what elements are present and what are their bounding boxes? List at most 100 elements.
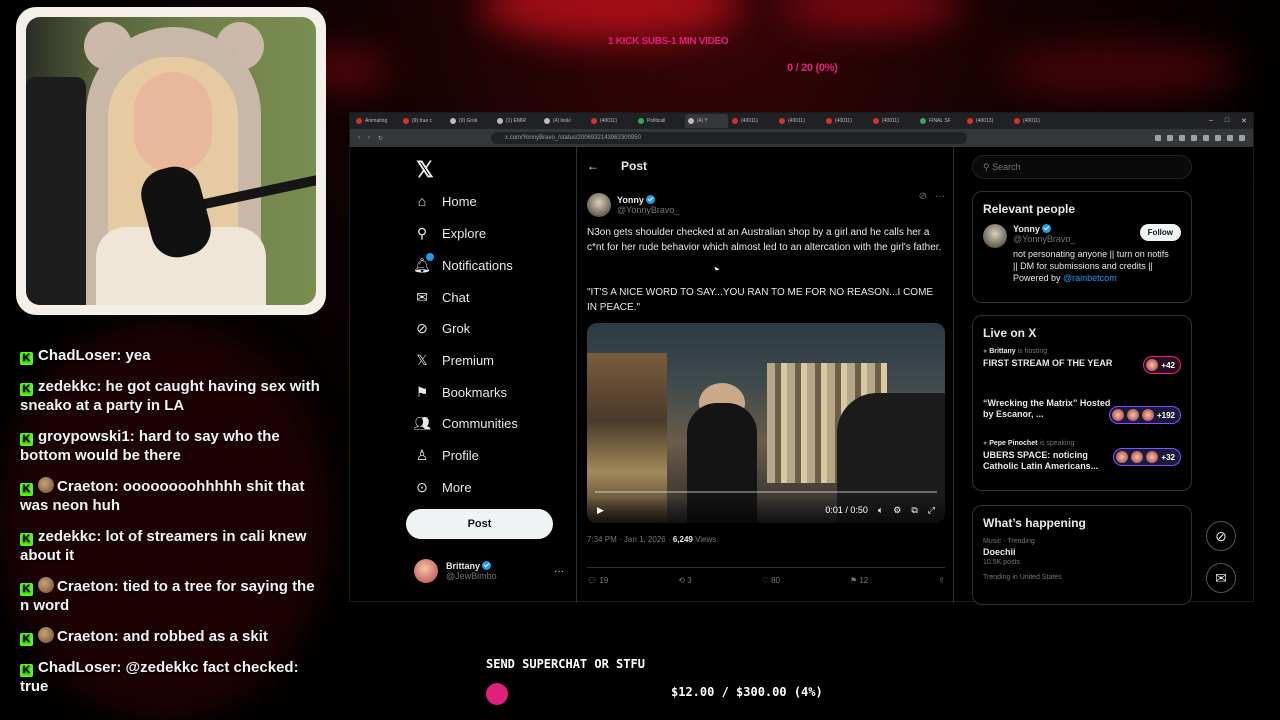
tab-favicon-icon bbox=[967, 118, 973, 124]
live-space[interactable]: ● Brittany is hosting FIRST STREAM OF TH… bbox=[973, 348, 1191, 390]
extension-icon[interactable] bbox=[1215, 135, 1221, 141]
extension-icon[interactable] bbox=[1179, 135, 1185, 141]
browser-tab[interactable]: (1) EMIR bbox=[497, 118, 540, 124]
browser-tab[interactable]: (40011) bbox=[591, 118, 634, 124]
reply-button[interactable]: 💬︎ 19 bbox=[587, 576, 608, 585]
nav-notifications[interactable]: 🔔︎ Notifications bbox=[413, 253, 513, 273]
tab-favicon-icon bbox=[873, 118, 879, 124]
chat-icon: ✉ bbox=[416, 288, 428, 305]
red-glow bbox=[780, 0, 960, 30]
browser-tab[interactable]: (40011) bbox=[732, 118, 775, 124]
extension-icon[interactable] bbox=[1227, 135, 1233, 141]
stream-overlay: { "overlay": { "sub_goal_label": "1 KICK… bbox=[0, 0, 1280, 720]
relevant-person[interactable]: Yonny @YonnyBravo_ not personating anyon… bbox=[973, 224, 1191, 284]
more-dots-icon[interactable]: ··· bbox=[935, 191, 945, 202]
nav-profile[interactable]: ♙ Profile bbox=[414, 447, 479, 463]
browser-tab[interactable]: (9) true c bbox=[403, 118, 446, 124]
follow-button[interactable]: Follow bbox=[1139, 224, 1181, 241]
grok-icon: ⊘ bbox=[416, 319, 428, 336]
user-avatar-icon bbox=[38, 477, 54, 493]
like-button[interactable]: ♡ 80 bbox=[762, 576, 780, 585]
kick-badge-icon: K bbox=[20, 383, 33, 396]
account-switcher[interactable]: Brittany @JewBimbo ··· bbox=[414, 559, 564, 583]
extension-icon[interactable] bbox=[1155, 135, 1161, 141]
browser-tab[interactable]: (40011) bbox=[826, 118, 869, 124]
nav-bookmarks[interactable]: ⚑ Bookmarks bbox=[414, 384, 507, 400]
browser-tab-active[interactable]: (4) Y bbox=[685, 114, 728, 128]
extension-icon[interactable] bbox=[1167, 135, 1173, 141]
grok-float-icon[interactable]: ⊘ bbox=[1206, 521, 1236, 551]
video-progress-bar[interactable] bbox=[595, 491, 937, 493]
browser-tab[interactable]: (40011) bbox=[779, 118, 822, 124]
listener-pill: +32 bbox=[1113, 448, 1181, 466]
tab-favicon-icon bbox=[732, 118, 738, 124]
nav-grok[interactable]: ⊘ Grok bbox=[414, 320, 470, 336]
search-input[interactable]: ⚲ Search bbox=[972, 155, 1192, 179]
kick-badge-icon: K bbox=[20, 533, 33, 546]
extension-icon[interactable] bbox=[1191, 135, 1197, 141]
relevant-people-card: Relevant people Yonny @YonnyBravo_ not p… bbox=[972, 191, 1192, 303]
fullscreen-icon[interactable]: ⤢ bbox=[928, 505, 935, 516]
nav-communities[interactable]: 👥︎ Communities bbox=[413, 414, 518, 431]
chat-message: K Craeton: and robbed as a skit bbox=[20, 627, 325, 646]
superchat-label: SEND SUPERCHAT OR STFU bbox=[486, 657, 645, 671]
nav-chat[interactable]: ✉ Chat bbox=[414, 289, 469, 305]
red-glow bbox=[480, 0, 740, 40]
nav-more[interactable]: ⊙ More bbox=[414, 479, 472, 495]
reload-icon[interactable]: ↻ bbox=[378, 135, 383, 142]
url-field[interactable]: x.com/YonnyBravo_/status/200693214396330… bbox=[491, 132, 967, 144]
close-icon[interactable]: ✕ bbox=[1241, 117, 1247, 125]
trend-item[interactable]: Music · Trending Doechii 10.5K posts Tre… bbox=[973, 538, 1191, 581]
card-title: Live on X bbox=[983, 326, 1037, 340]
kick-badge-icon: K bbox=[20, 583, 33, 596]
back-arrow-icon[interactable]: ← bbox=[587, 159, 599, 173]
card-title: Relevant people bbox=[983, 202, 1076, 216]
back-icon[interactable]: ‹ bbox=[358, 135, 360, 141]
browser-tab[interactable]: (4) looki bbox=[544, 118, 587, 124]
sub-goal-label: 1 KICK SUBS-1 MIN VIDEO bbox=[608, 36, 729, 47]
home-icon: ⌂ bbox=[417, 193, 427, 209]
nav-explore[interactable]: ⚲ Explore bbox=[414, 225, 486, 241]
chat-message: K ChadLoser: @zedekkc fact checked: true bbox=[20, 659, 299, 695]
browser-tab[interactable]: (40013) bbox=[967, 118, 1010, 124]
post-button[interactable]: Post bbox=[406, 509, 553, 539]
settings-icon[interactable]: ⚙ bbox=[893, 505, 901, 516]
live-space[interactable]: “Wrecking the Matrix” Hosted by Escanor,… bbox=[973, 398, 1191, 440]
bookmark-button[interactable]: ⚑ 12 bbox=[850, 576, 868, 585]
superchat-progress-indicator bbox=[486, 683, 508, 705]
volume-icon[interactable]: 🔈︎ bbox=[878, 505, 883, 516]
people-icon: 👥︎ bbox=[413, 414, 431, 431]
browser-tab[interactable]: (9) Grok bbox=[450, 118, 493, 124]
share-button[interactable]: ⇪ bbox=[938, 576, 945, 585]
person-icon: ♙ bbox=[415, 446, 429, 463]
avatar bbox=[983, 224, 1007, 248]
nav-premium[interactable]: 𝕏 Premium bbox=[414, 352, 494, 368]
browser-tab[interactable]: (40011) bbox=[873, 118, 916, 124]
x-logo-icon[interactable]: 𝕏 bbox=[416, 157, 434, 183]
browser-tab[interactable]: FINAL SF bbox=[920, 118, 963, 124]
post-author[interactable]: Yonny @YonnyBravo_ bbox=[587, 193, 679, 217]
post-actions: 💬︎ 19 ⟲ 3 ♡ 80 ⚑ 12 ⇪ bbox=[587, 567, 945, 585]
minimize-icon[interactable]: – bbox=[1209, 117, 1213, 125]
browser-tab[interactable]: Animating bbox=[356, 118, 399, 124]
nav-home[interactable]: ⌂ Home bbox=[414, 193, 477, 209]
play-icon[interactable]: ▶ bbox=[597, 505, 604, 516]
live-space[interactable]: ● Pepe Pinochet is speaking UBERS SPACE:… bbox=[973, 440, 1191, 482]
messages-float-icon[interactable]: ✉ bbox=[1206, 563, 1236, 593]
maximize-icon[interactable]: □ bbox=[1225, 117, 1229, 125]
avatar bbox=[414, 559, 438, 583]
repost-button[interactable]: ⟲ 3 bbox=[678, 576, 691, 585]
chat-message: Kzedekkc: lot of streamers in cali knew … bbox=[20, 528, 307, 564]
grok-icon[interactable]: ⊘ bbox=[919, 191, 927, 202]
bio-link[interactable]: @rainbetcom bbox=[1063, 273, 1117, 283]
verified-icon bbox=[482, 561, 492, 570]
browser-tab[interactable]: (40011) bbox=[1014, 118, 1057, 124]
page-title: Post bbox=[621, 159, 648, 173]
extension-icon[interactable] bbox=[1239, 135, 1245, 141]
pip-icon[interactable]: ⧉ bbox=[911, 505, 917, 516]
video-player[interactable]: ▶ 0:01 / 0:50 🔈︎ ⚙ ⧉ ⤢ bbox=[587, 323, 945, 523]
forward-icon[interactable]: › bbox=[368, 135, 370, 141]
extension-icon[interactable] bbox=[1203, 135, 1209, 141]
chat-message: K Craeton: oooooooohhhhh shit that was ne… bbox=[20, 477, 305, 514]
browser-tab[interactable]: Politicall bbox=[638, 118, 681, 124]
